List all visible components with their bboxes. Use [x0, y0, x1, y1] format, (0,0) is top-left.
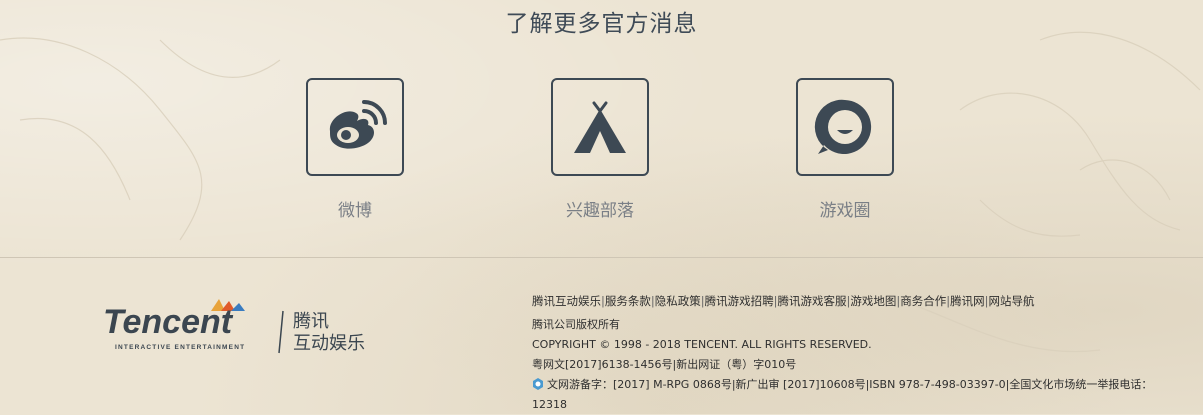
license-line-1: 粤网文[2017]6138-1456号|新出网证（粤）字010号	[532, 358, 797, 371]
license-line-2-cont: 12318	[532, 398, 567, 411]
footer-link-jobs[interactable]: 腾讯游戏招聘	[705, 294, 774, 308]
game-circle-label[interactable]: 游戏圈	[756, 196, 934, 221]
interest-tribe-button[interactable]	[551, 78, 649, 176]
footer-divider	[0, 257, 1203, 258]
logo-wordmark: Tencent	[103, 303, 234, 341]
section-title: 了解更多官方消息	[505, 11, 698, 37]
interest-tribe-link[interactable]: 兴趣部落	[551, 78, 649, 221]
weibo-icon	[329, 100, 387, 149]
beian-badge-icon	[533, 378, 543, 390]
footer-link-privacy[interactable]: 隐私政策	[655, 294, 701, 308]
chat-bubble-icon	[814, 99, 872, 154]
license-line-2: 文网游备字：[2017] M-RPG 0868号|新广出审 [2017]1060…	[532, 375, 1202, 395]
footer-link-qq-com[interactable]: 腾讯网	[950, 294, 985, 308]
copyright-en: COPYRIGHT © 1998 - 2018 TENCENT. ALL RIG…	[532, 338, 872, 351]
footer-link-site-nav[interactable]: 网站导航	[989, 294, 1035, 308]
logo-divider	[278, 310, 284, 354]
footer-links: 腾讯互动娱乐|服务条款|隐私政策|腾讯游戏招聘|腾讯游戏客服|游戏地图|商务合作…	[532, 294, 1035, 308]
game-circle-link[interactable]: 游戏圈	[796, 78, 894, 221]
logo-cn-line1: 腾讯	[293, 311, 329, 332]
footer-link-support[interactable]: 腾讯游戏客服	[778, 294, 847, 308]
tent-icon	[574, 101, 626, 153]
license-line-2-text: 文网游备字：[2017] M-RPG 0868号|新广出审 [2017]1060…	[547, 378, 1153, 391]
footer-link-terms[interactable]: 服务条款	[605, 294, 651, 308]
logo-cn-line2: 互动娱乐	[293, 333, 365, 354]
logo-tagline: INTERACTIVE ENTERTAINMENT	[115, 344, 245, 351]
footer-link-tencent-ie[interactable]: 腾讯互动娱乐	[532, 294, 601, 308]
footer-info: 腾讯互动娱乐|服务条款|隐私政策|腾讯游戏招聘|腾讯游戏客服|游戏地图|商务合作…	[532, 291, 1202, 415]
game-circle-button[interactable]	[796, 78, 894, 176]
tencent-logo[interactable]: Tencent INTERACTIVE ENTERTAINMENT 腾讯 互动娱…	[103, 297, 383, 357]
footer-link-business[interactable]: 商务合作	[900, 294, 946, 308]
weibo-button[interactable]	[306, 78, 404, 176]
interest-tribe-label[interactable]: 兴趣部落	[511, 196, 689, 221]
footer-link-game-map[interactable]: 游戏地图	[850, 294, 896, 308]
weibo-link[interactable]: 微博	[306, 78, 404, 221]
weibo-label[interactable]: 微博	[266, 196, 444, 221]
copyright-cn: 腾讯公司版权所有	[532, 318, 620, 331]
